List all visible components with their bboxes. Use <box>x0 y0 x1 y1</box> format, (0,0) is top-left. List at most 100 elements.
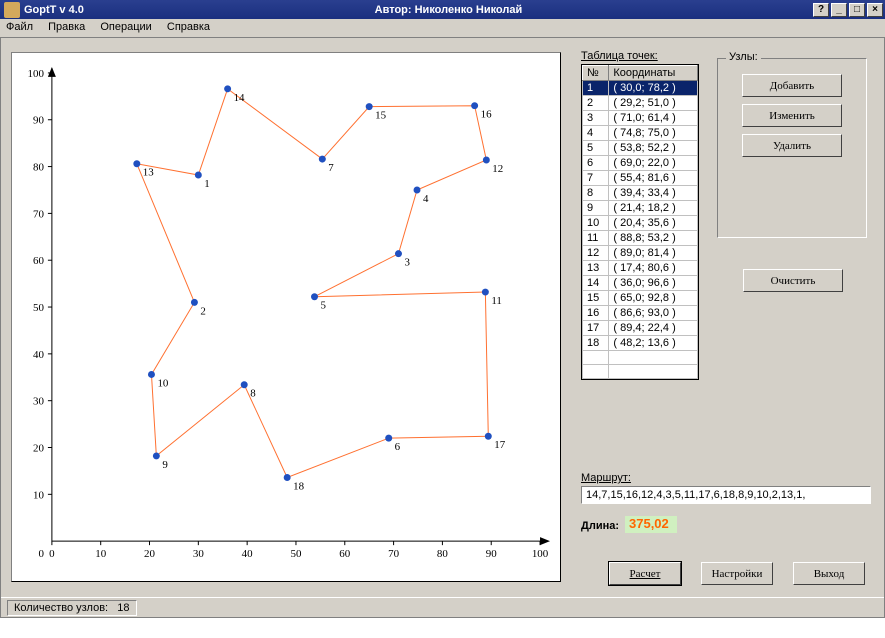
svg-text:70: 70 <box>388 548 399 560</box>
plot-point[interactable] <box>195 172 202 179</box>
plot-point[interactable] <box>471 102 478 109</box>
plot-point[interactable] <box>485 433 492 440</box>
svg-text:70: 70 <box>33 208 44 220</box>
table-row[interactable]: 8( 39,4; 33,4 ) <box>583 186 698 201</box>
menu-file[interactable]: Файл <box>6 21 33 33</box>
table-row[interactable]: 17( 89,4; 22,4 ) <box>583 321 698 336</box>
points-table[interactable]: № Координаты 1( 30,0; 78,2 )2( 29,2; 51,… <box>581 64 699 380</box>
table-row[interactable]: 14( 36,0; 96,6 ) <box>583 276 698 291</box>
plot-point[interactable] <box>366 103 373 110</box>
maximize-button[interactable]: □ <box>849 3 865 17</box>
plot-point-label: 1 <box>204 178 209 190</box>
table-row[interactable]: 10( 20,4; 35,6 ) <box>583 216 698 231</box>
table-row[interactable]: 15( 65,0; 92,8 ) <box>583 291 698 306</box>
plot-point[interactable] <box>224 85 231 92</box>
exit-button[interactable]: Выход <box>793 562 865 585</box>
nodes-legend: Узлы: <box>726 51 761 63</box>
plot-point[interactable] <box>284 474 291 481</box>
window-title: GoptT v 4.0 <box>24 4 84 16</box>
plot-point-label: 11 <box>491 295 502 307</box>
add-button[interactable]: Добавить <box>742 74 842 97</box>
plot-point[interactable] <box>385 435 392 442</box>
plot-point-label: 12 <box>492 163 503 175</box>
table-row[interactable]: 16( 86,6; 93,0 ) <box>583 306 698 321</box>
plot-point[interactable] <box>241 381 248 388</box>
plot-point-label: 15 <box>375 110 386 122</box>
svg-text:90: 90 <box>33 115 44 127</box>
plot-point-label: 13 <box>143 167 154 179</box>
table-row[interactable]: 9( 21,4; 18,2 ) <box>583 201 698 216</box>
table-row[interactable]: 11( 88,8; 53,2 ) <box>583 231 698 246</box>
length-label: Длина: <box>581 520 619 532</box>
plot-point-label: 14 <box>234 92 245 104</box>
svg-text:0: 0 <box>49 548 55 560</box>
status-label: Количество узлов: <box>14 602 108 614</box>
plot-svg[interactable]: 0102030405060708090100102030405060708090… <box>12 53 560 581</box>
table-caption: Таблица точек: <box>581 50 658 62</box>
plot-point[interactable] <box>414 186 421 193</box>
close-button[interactable]: × <box>867 3 883 17</box>
window-subtitle: Автор: Николенко Николай <box>84 4 813 16</box>
svg-text:30: 30 <box>193 548 204 560</box>
titlebar: GoptT v 4.0 Автор: Николенко Николай ? _… <box>0 0 885 19</box>
table-row[interactable]: 5( 53,8; 52,2 ) <box>583 141 698 156</box>
svg-text:80: 80 <box>437 548 448 560</box>
table-row[interactable]: 1( 30,0; 78,2 ) <box>583 81 698 96</box>
status-value: 18 <box>117 602 129 614</box>
plot-point[interactable] <box>395 250 402 257</box>
client-area: 0102030405060708090100102030405060708090… <box>0 38 885 618</box>
plot-point-label: 17 <box>494 439 505 451</box>
svg-text:80: 80 <box>33 162 44 174</box>
table-row[interactable]: 12( 89,0; 81,4 ) <box>583 246 698 261</box>
svg-text:50: 50 <box>33 302 44 314</box>
plot-point[interactable] <box>153 452 160 459</box>
plot-point[interactable] <box>483 157 490 164</box>
plot-point[interactable] <box>311 293 318 300</box>
table-row[interactable]: 6( 69,0; 22,0 ) <box>583 156 698 171</box>
length-value: 375,02 <box>625 516 677 533</box>
calc-button[interactable]: Расчет <box>609 562 681 585</box>
plot-point[interactable] <box>319 156 326 163</box>
menubar: Файл Правка Операции Справка <box>0 19 885 38</box>
svg-text:100: 100 <box>28 68 45 80</box>
svg-text:30: 30 <box>33 396 44 408</box>
plot-point[interactable] <box>191 299 198 306</box>
clear-button[interactable]: Очистить <box>743 269 843 292</box>
table-row[interactable]: 7( 55,4; 81,6 ) <box>583 171 698 186</box>
svg-text:10: 10 <box>95 548 106 560</box>
table-row <box>583 351 698 365</box>
table-row[interactable]: 4( 74,8; 75,0 ) <box>583 126 698 141</box>
plot-point[interactable] <box>482 289 489 296</box>
svg-text:100: 100 <box>532 548 549 560</box>
svg-text:50: 50 <box>290 548 301 560</box>
statusbar: Количество узлов: 18 <box>1 597 884 617</box>
table-row[interactable]: 3( 71,0; 61,4 ) <box>583 111 698 126</box>
plot-point[interactable] <box>148 371 155 378</box>
plot-point[interactable] <box>133 160 140 167</box>
table-row[interactable]: 13( 17,4; 80,6 ) <box>583 261 698 276</box>
table-row <box>583 365 698 379</box>
app-icon <box>4 2 20 18</box>
plot-point-label: 7 <box>328 162 334 174</box>
menu-help[interactable]: Справка <box>167 21 210 33</box>
nodes-group: Узлы: Добавить Изменить Удалить <box>717 58 867 238</box>
col-number[interactable]: № <box>583 66 609 81</box>
svg-text:20: 20 <box>144 548 155 560</box>
plot-point-label: 16 <box>481 109 492 121</box>
help-button[interactable]: ? <box>813 3 829 17</box>
svg-text:20: 20 <box>33 442 44 454</box>
table-row[interactable]: 18( 48,2; 13,6 ) <box>583 336 698 351</box>
status-cell: Количество узлов: 18 <box>7 600 137 616</box>
menu-operations[interactable]: Операции <box>100 21 151 33</box>
edit-button[interactable]: Изменить <box>742 104 842 127</box>
delete-button[interactable]: Удалить <box>742 134 842 157</box>
route-label: Маршрут: <box>581 472 631 484</box>
plot-point-label: 10 <box>157 377 168 389</box>
minimize-button[interactable]: _ <box>831 3 847 17</box>
col-coords[interactable]: Координаты <box>609 66 698 81</box>
table-row[interactable]: 2( 29,2; 51,0 ) <box>583 96 698 111</box>
plot-point-label: 4 <box>423 193 429 205</box>
menu-edit[interactable]: Правка <box>48 21 85 33</box>
settings-button[interactable]: Настройки <box>701 562 773 585</box>
bottom-buttons: Расчет Настройки Выход <box>609 562 865 585</box>
